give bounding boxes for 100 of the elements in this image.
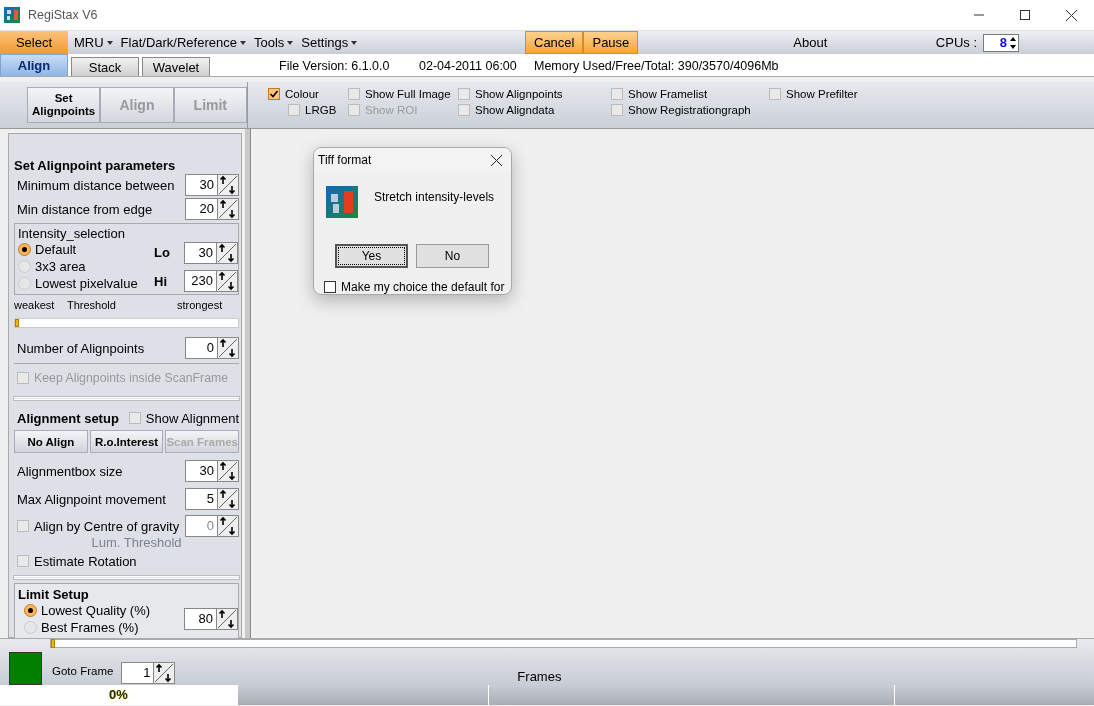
option-label: Align by Centre of gravity [34, 518, 180, 534]
number-spinner[interactable]: 230 [184, 269, 238, 292]
up-down-arrow-icon[interactable] [216, 609, 237, 629]
field-label: Minimum distance between [17, 177, 175, 193]
frames-label: Frames [517, 669, 562, 684]
color-swatch [9, 652, 42, 685]
radio-button[interactable] [24, 621, 37, 634]
lo-label: Lo [154, 244, 171, 260]
dialog-button[interactable]: Yes [335, 244, 408, 268]
tab[interactable]: Wavelet [142, 57, 210, 76]
checkbox[interactable] [128, 412, 141, 424]
dialog-button[interactable]: No [416, 244, 489, 268]
alignment-button[interactable]: R.o.Interest [89, 430, 164, 453]
checkbox[interactable] [458, 88, 470, 100]
radio-button[interactable] [24, 604, 37, 617]
action-button[interactable]: Cancel [525, 31, 584, 54]
slider-thumb[interactable] [51, 639, 55, 648]
radio-button[interactable] [18, 260, 31, 273]
up-down-arrow-icon[interactable] [217, 199, 238, 219]
menu-item[interactable]: Settings [297, 31, 362, 54]
number-spinner[interactable]: 30 [184, 241, 238, 264]
up-down-arrow-icon[interactable] [217, 175, 238, 195]
dialog-title: Tiff format [318, 153, 372, 167]
checkbox[interactable] [268, 88, 280, 100]
close-icon[interactable] [1065, 9, 1077, 21]
checkbox[interactable] [769, 88, 781, 100]
menu-item[interactable]: Select [0, 31, 68, 54]
alignment-button[interactable]: No Align [14, 430, 88, 453]
menu-item[interactable]: Tools [249, 31, 298, 54]
maximize-icon[interactable] [1020, 10, 1030, 20]
menu-item[interactable]: Flat/Dark/Reference [116, 31, 250, 54]
option-label: Show Framelist [628, 88, 708, 100]
app-logo-icon [326, 186, 358, 218]
checkbox[interactable] [17, 520, 29, 532]
radio-button[interactable] [18, 243, 31, 256]
field-label: Alignmentbox size [17, 463, 123, 479]
progress-text: 0% [0, 685, 238, 705]
checkbox[interactable] [17, 555, 29, 567]
field-label: Min distance from edge [17, 201, 153, 217]
threshold-slider[interactable] [14, 318, 239, 328]
hi-label: Hi [154, 273, 168, 289]
cpu-count-spinner[interactable]: 8 [983, 33, 1019, 52]
goto-frame-label: Goto Frame [52, 665, 114, 677]
window-title: RegiStax V6 [28, 8, 98, 22]
about-menu-item[interactable]: About [793, 35, 828, 50]
slider-thumb[interactable] [15, 319, 19, 327]
option-label: Show Aligndata [475, 104, 555, 116]
option-label: Show Prefilter [786, 88, 858, 100]
option-label: Show Alignment [145, 410, 239, 426]
toolbar-button[interactable]: Set Alignpoints [27, 87, 101, 123]
option-label: Make my choice the default for [341, 280, 505, 294]
checkbox[interactable] [348, 88, 360, 100]
up-down-arrow-icon[interactable] [216, 242, 237, 263]
checkbox[interactable] [288, 104, 300, 116]
field-label: Number of Alignpoints [17, 340, 145, 356]
number-spinner[interactable]: 1 [121, 662, 176, 684]
frame-slider[interactable] [50, 639, 1077, 648]
up-down-arrow-icon[interactable] [217, 489, 238, 509]
up-down-arrow-icon[interactable] [153, 663, 175, 683]
up-down-arrow-icon[interactable] [217, 516, 238, 536]
app-logo-icon [4, 7, 20, 23]
field-label: Max Alignpoint movement [17, 491, 166, 507]
radio-button[interactable] [18, 277, 31, 290]
option-label: Lowest pixelvalue [35, 276, 138, 291]
action-button[interactable]: Pause [583, 31, 639, 54]
number-spinner[interactable]: 20 [185, 198, 239, 220]
number-spinner[interactable]: 30 [185, 174, 239, 196]
option-label: Show Alignpoints [475, 88, 563, 100]
number-spinner[interactable]: 0 [185, 515, 239, 537]
slider-label: Threshold [67, 299, 117, 311]
number-spinner[interactable]: 30 [185, 460, 239, 482]
checkbox[interactable] [611, 88, 623, 100]
option-label: Default [35, 242, 77, 257]
section-heading: Set Alignpoint parameters [14, 158, 177, 173]
checkbox[interactable] [324, 281, 336, 293]
slider-label: weakest [14, 299, 56, 311]
option-label: 3x3 area [35, 259, 86, 274]
option-label: Colour [285, 88, 319, 100]
dialog-message: Stretch intensity-levels [374, 189, 495, 206]
option-label: LRGB [305, 104, 337, 116]
number-spinner[interactable]: 0 [185, 337, 239, 359]
checkbox[interactable] [458, 104, 470, 116]
option-label: Show Registrationgraph [628, 104, 751, 116]
number-spinner[interactable]: 5 [185, 488, 239, 510]
option-label: Best Frames (%) [41, 620, 139, 635]
up-down-arrow-icon[interactable] [217, 338, 238, 358]
up-down-arrow-icon[interactable] [217, 461, 238, 481]
info-text: 02-04-2011 06:00 [419, 59, 518, 73]
checkbox[interactable] [611, 104, 623, 116]
tab[interactable]: Stack [71, 57, 139, 76]
up-down-arrow-icon[interactable] [216, 270, 237, 291]
option-label: Keep Alignpoints inside ScanFrame [34, 371, 229, 385]
menu-item[interactable]: MRU [70, 31, 117, 54]
option-label: Lowest Quality (%) [41, 603, 151, 618]
section-heading: Alignment setup [17, 410, 119, 426]
cpus-label: CPUs : [935, 35, 977, 50]
info-text: Memory Used/Free/Total: 390/3570/4096Mb [534, 59, 779, 73]
section-heading: Limit Setup [18, 587, 90, 602]
tab[interactable]: Align [0, 54, 68, 76]
number-spinner[interactable]: 80 [184, 608, 238, 630]
